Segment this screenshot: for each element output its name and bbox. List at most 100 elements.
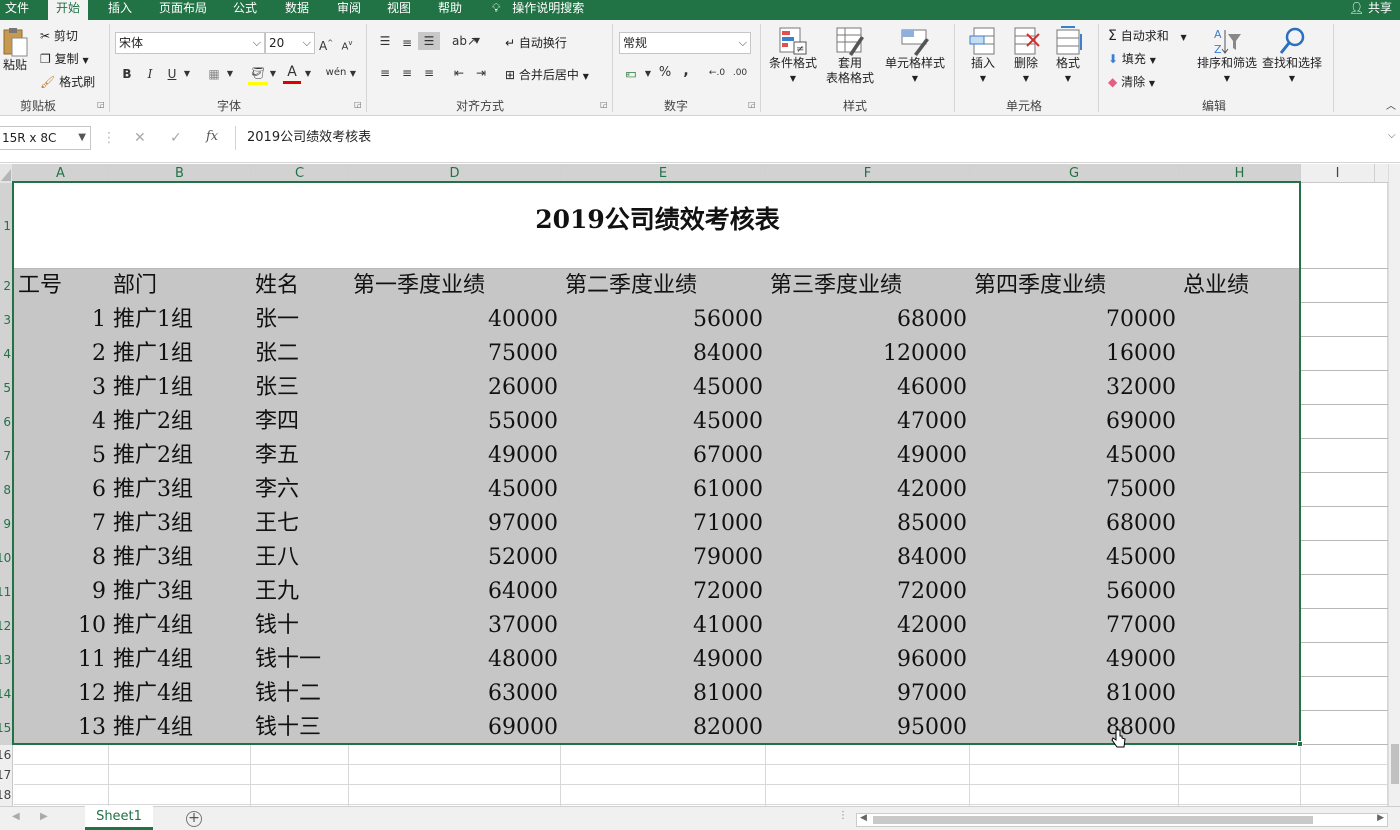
total-cell[interactable] xyxy=(1179,643,1301,677)
data-cell[interactable]: 推广2组 xyxy=(109,405,251,439)
tab-file[interactable]: 文件 xyxy=(5,0,29,20)
data-cell[interactable]: 95000 xyxy=(766,711,970,745)
vertical-scroll-thumb[interactable] xyxy=(1391,744,1399,784)
collapse-ribbon-icon[interactable]: ︿ xyxy=(1385,98,1397,116)
bold-button[interactable]: B xyxy=(120,65,134,83)
number-format-combo[interactable]: 常规 ⌵ xyxy=(619,32,751,54)
total-cell[interactable] xyxy=(1179,507,1301,541)
column-header-g[interactable]: G xyxy=(970,164,1179,183)
column-header-e[interactable]: E xyxy=(561,164,766,183)
increase-font-icon[interactable]: A^ xyxy=(319,34,333,55)
find-select-button[interactable]: 查找和选择 ▼ xyxy=(1260,26,1324,86)
data-cell[interactable]: 84000 xyxy=(561,337,766,371)
tab-page-layout[interactable]: 页面布局 xyxy=(159,0,207,20)
font-size-combo[interactable]: 20 ⌵ xyxy=(265,32,315,54)
header-cell[interactable]: 总业绩 xyxy=(1179,269,1301,303)
copy-button[interactable]: ❐ 复制 ▼ xyxy=(40,50,89,67)
tell-me-search[interactable]: 💡︎ 操作说明搜索 xyxy=(492,0,584,20)
row-header[interactable]: 14 xyxy=(0,677,12,711)
format-painter-button[interactable]: 🖌︎ 格式刷 xyxy=(40,73,95,90)
wrap-text-button[interactable]: ↵ 自动换行 xyxy=(505,34,567,51)
prev-sheet-icon[interactable]: ◀ xyxy=(12,811,20,822)
add-sheet-icon[interactable]: + xyxy=(186,811,202,827)
data-cell[interactable]: 55000 xyxy=(349,405,561,439)
paste-button[interactable]: 粘贴 xyxy=(0,26,30,73)
total-cell[interactable] xyxy=(1179,439,1301,473)
fill-color-icon[interactable]: 🪣︎ xyxy=(248,64,268,85)
column-header-b[interactable]: B xyxy=(109,164,251,183)
column-header-a[interactable]: A xyxy=(13,164,109,183)
decrease-indent-icon[interactable]: ⇤ xyxy=(450,64,468,82)
data-cell[interactable]: 2 xyxy=(14,337,109,371)
total-cell[interactable] xyxy=(1179,337,1301,371)
align-left-icon[interactable]: ≡ xyxy=(376,64,394,82)
comma-button[interactable]: , xyxy=(680,62,692,80)
row-header[interactable]: 3 xyxy=(0,303,12,337)
data-cell[interactable]: 32000 xyxy=(970,371,1179,405)
data-cell[interactable]: 钱十三 xyxy=(251,711,349,745)
data-cell[interactable]: 63000 xyxy=(349,677,561,711)
data-cell[interactable]: 64000 xyxy=(349,575,561,609)
row-header[interactable]: 6 xyxy=(0,405,12,439)
format-cells-button[interactable]: 格式 ▼ xyxy=(1050,26,1086,86)
horizontal-scrollbar[interactable]: ◀ ▶ xyxy=(856,813,1388,827)
data-cell[interactable]: 1 xyxy=(14,303,109,337)
clear-button[interactable]: ◆ 清除 ▼ xyxy=(1108,73,1155,90)
formula-input[interactable]: 2019公司绩效考核表 xyxy=(235,126,1400,150)
data-cell[interactable]: 71000 xyxy=(561,507,766,541)
data-cell[interactable]: 52000 xyxy=(349,541,561,575)
data-cell[interactable]: 47000 xyxy=(766,405,970,439)
data-cell[interactable]: 7 xyxy=(14,507,109,541)
data-cell[interactable]: 49000 xyxy=(561,643,766,677)
font-color-icon[interactable]: A xyxy=(283,63,301,84)
underline-button[interactable]: U xyxy=(165,65,179,83)
column-header-f[interactable]: F xyxy=(766,164,970,183)
data-cell[interactable]: 3 xyxy=(14,371,109,405)
data-cell[interactable]: 9 xyxy=(14,575,109,609)
row-header[interactable]: 1 xyxy=(0,183,12,269)
row-header[interactable]: 17 xyxy=(0,765,12,785)
data-cell[interactable]: 69000 xyxy=(970,405,1179,439)
chevron-down-icon[interactable]: ▼ xyxy=(225,65,235,83)
column-header-c[interactable]: C xyxy=(251,164,349,183)
clipboard-launcher-icon[interactable]: ◲ xyxy=(97,100,105,109)
tab-formulas[interactable]: 公式 xyxy=(233,0,257,20)
data-cell[interactable]: 48000 xyxy=(349,643,561,677)
borders-icon[interactable]: ▦ xyxy=(205,65,223,83)
currency-icon[interactable]: 💶︎ xyxy=(621,64,641,82)
decrease-decimal-icon[interactable]: .00 xyxy=(730,64,750,82)
data-cell[interactable]: 张三 xyxy=(251,371,349,405)
total-cell[interactable] xyxy=(1179,575,1301,609)
font-launcher-icon[interactable]: ◲ xyxy=(354,100,362,109)
data-cell[interactable]: 13 xyxy=(14,711,109,745)
row-header[interactable]: 8 xyxy=(0,473,12,507)
share-button[interactable]: 👤︎ 共享 xyxy=(1349,0,1392,16)
fill-button[interactable]: ⬇︎ 填充 ▼ xyxy=(1108,50,1156,67)
data-cell[interactable]: 推广2组 xyxy=(109,439,251,473)
data-cell[interactable]: 李四 xyxy=(251,405,349,439)
total-cell[interactable] xyxy=(1179,405,1301,439)
data-cell[interactable]: 49000 xyxy=(349,439,561,473)
data-cell[interactable]: 85000 xyxy=(766,507,970,541)
fill-handle[interactable] xyxy=(1297,741,1303,747)
increase-indent-icon[interactable]: ⇥ xyxy=(472,64,490,82)
data-cell[interactable]: 45000 xyxy=(561,405,766,439)
data-cell[interactable]: 推广1组 xyxy=(109,303,251,337)
data-cell[interactable]: 12 xyxy=(14,677,109,711)
data-cell[interactable]: 46000 xyxy=(766,371,970,405)
column-header-h[interactable]: H xyxy=(1179,164,1301,183)
data-cell[interactable]: 77000 xyxy=(970,609,1179,643)
phonetic-icon[interactable]: wén xyxy=(324,64,348,82)
data-cell[interactable]: 81000 xyxy=(970,677,1179,711)
scroll-left-icon[interactable]: ◀ xyxy=(860,813,867,823)
data-cell[interactable]: 10 xyxy=(14,609,109,643)
data-cell[interactable]: 钱十二 xyxy=(251,677,349,711)
alignment-launcher-icon[interactable]: ◲ xyxy=(600,100,608,109)
row-header[interactable]: 7 xyxy=(0,439,12,473)
row-header[interactable]: 18 xyxy=(0,785,12,805)
chevron-down-icon[interactable]: ▼ xyxy=(268,65,278,83)
data-cell[interactable]: 79000 xyxy=(561,541,766,575)
chevron-down-icon[interactable]: ▼ xyxy=(643,65,653,83)
sheet-title-cell[interactable]: 2019公司绩效考核表 xyxy=(14,183,1301,269)
format-as-table-button[interactable]: 套用 表格格式 xyxy=(822,26,878,86)
